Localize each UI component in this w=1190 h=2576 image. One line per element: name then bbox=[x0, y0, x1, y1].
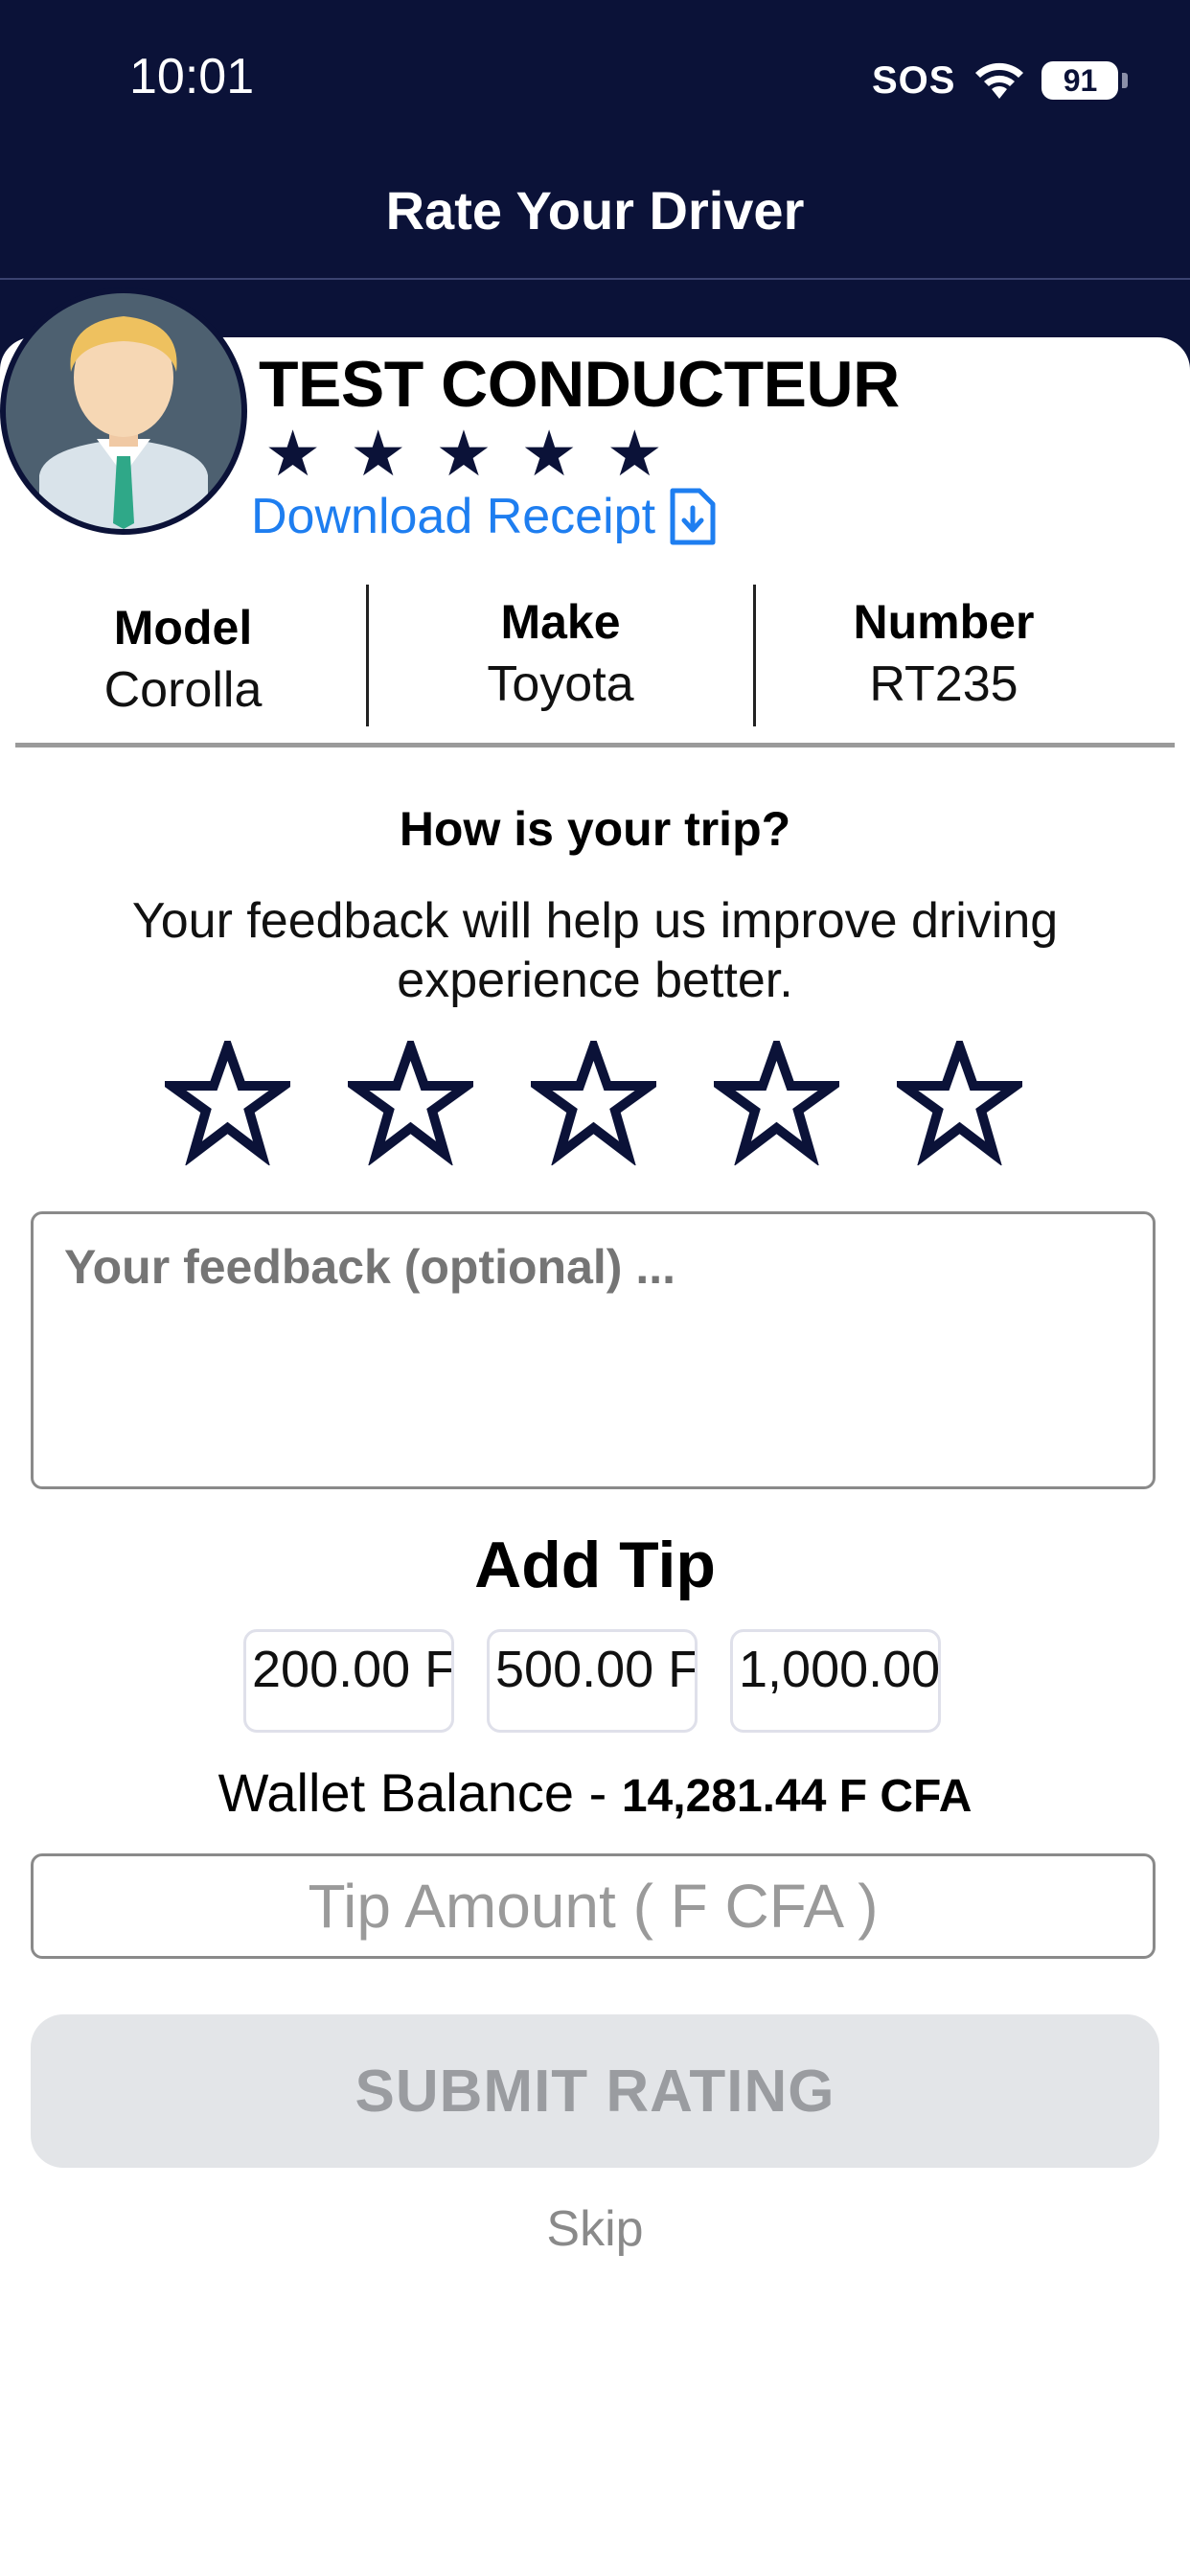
add-tip-title: Add Tip bbox=[474, 1529, 716, 1601]
empty-star-icon[interactable] bbox=[897, 1041, 1022, 1165]
tip-option-button[interactable]: 500.00 F CFA bbox=[487, 1629, 698, 1733]
car-make-label: Make bbox=[500, 595, 621, 649]
driver-rating: ★ ★ ★ ★ ★ bbox=[264, 422, 663, 485]
car-details: Model Corolla Make Toyota Number RT235 bbox=[0, 585, 1190, 726]
tip-option-button[interactable]: 1,000.00 F CFA bbox=[730, 1629, 941, 1733]
car-model: Model Corolla bbox=[0, 600, 366, 719]
filled-star-icon: ★ bbox=[606, 418, 663, 489]
tip-options: 200.00 F CFA 500.00 F CFA 1,000.00 F CFA bbox=[243, 1629, 941, 1733]
car-number-value: RT235 bbox=[869, 656, 1018, 712]
trip-subtitle: Your feedback will help us improve drivi… bbox=[131, 893, 1059, 1008]
empty-star-icon[interactable] bbox=[348, 1041, 473, 1165]
car-model-label: Model bbox=[113, 601, 253, 655]
section-divider bbox=[15, 743, 1175, 748]
car-make: Make Toyota bbox=[369, 594, 752, 713]
status-time: 10:01 bbox=[129, 49, 255, 104]
empty-star-icon[interactable] bbox=[165, 1041, 290, 1165]
car-model-value: Corolla bbox=[103, 662, 263, 718]
tip-amount-input[interactable] bbox=[31, 1853, 1156, 1959]
download-file-icon bbox=[670, 488, 716, 545]
wifi-icon bbox=[975, 62, 1024, 99]
car-make-value: Toyota bbox=[487, 656, 634, 712]
driver-name: TEST CONDUCTEUR bbox=[259, 348, 900, 421]
filled-star-icon: ★ bbox=[350, 418, 407, 489]
status-bar: 10:01 SOS 91 bbox=[0, 0, 1190, 144]
wallet-balance-label: Wallet Balance - bbox=[217, 1762, 607, 1823]
battery-tip bbox=[1122, 73, 1129, 88]
download-receipt-link[interactable]: Download Receipt bbox=[251, 487, 717, 546]
avatar-image bbox=[6, 293, 241, 529]
feedback-input[interactable] bbox=[31, 1211, 1156, 1489]
download-receipt-label: Download Receipt bbox=[251, 489, 656, 544]
car-number: Number RT235 bbox=[756, 594, 1132, 713]
car-number-label: Number bbox=[853, 595, 1035, 649]
status-indicators: SOS 91 bbox=[872, 56, 1129, 105]
page-title: Rate Your Driver bbox=[385, 180, 805, 241]
driver-avatar bbox=[0, 288, 247, 535]
battery-icon: 91 bbox=[1041, 61, 1119, 100]
empty-star-icon[interactable] bbox=[714, 1041, 839, 1165]
sos-indicator: SOS bbox=[872, 58, 956, 102]
filled-star-icon: ★ bbox=[264, 418, 322, 489]
filled-star-icon: ★ bbox=[520, 418, 578, 489]
wallet-balance-amount: 14,281.44 F CFA bbox=[621, 1771, 973, 1822]
empty-star-icon[interactable] bbox=[531, 1041, 656, 1165]
submit-rating-button[interactable]: SUBMIT RATING bbox=[31, 2014, 1159, 2168]
tip-option-button[interactable]: 200.00 F CFA bbox=[243, 1629, 454, 1733]
wallet-balance: Wallet Balance - 14,281.44 F CFA bbox=[0, 1761, 1190, 1824]
skip-link[interactable]: Skip bbox=[0, 2200, 1190, 2258]
header-divider bbox=[0, 278, 1190, 280]
header: Rate Your Driver bbox=[0, 163, 1190, 278]
trip-question: How is your trip? bbox=[399, 802, 791, 856]
rating-stars bbox=[165, 1041, 1022, 1165]
person-icon bbox=[39, 316, 208, 529]
filled-star-icon: ★ bbox=[435, 418, 492, 489]
